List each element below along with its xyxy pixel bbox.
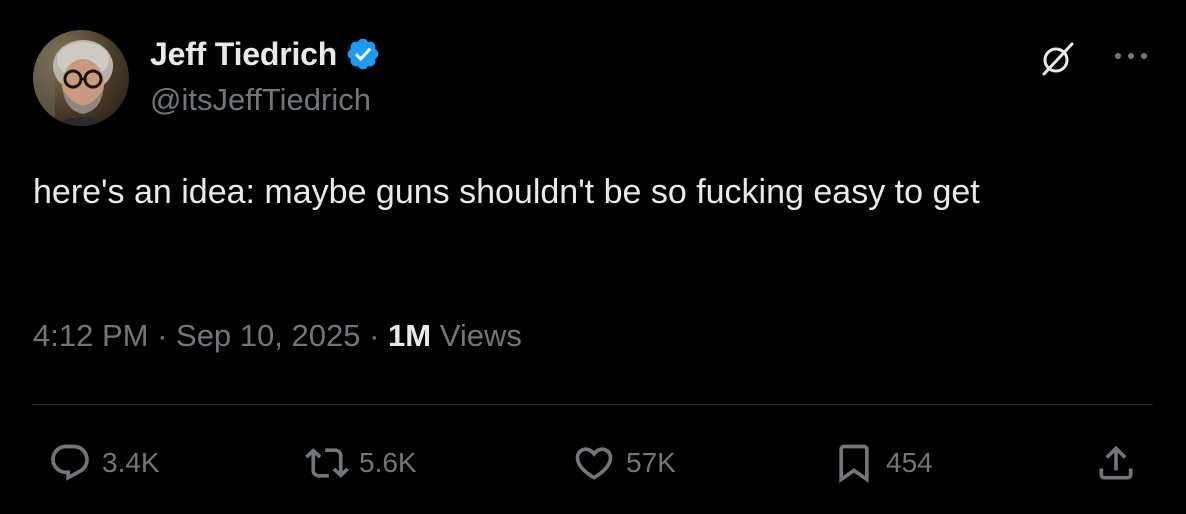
bookmark-icon <box>839 444 869 484</box>
share-icon <box>1099 445 1133 480</box>
views-label: Views <box>439 318 522 353</box>
heart-icon <box>575 447 613 480</box>
bookmark-count: 454 <box>886 447 933 478</box>
like-button[interactable]: 57K <box>572 440 676 486</box>
avatar[interactable] <box>33 30 129 126</box>
display-name[interactable]: Jeff Tiedrich <box>150 36 337 73</box>
views-count: 1M <box>388 318 432 353</box>
tweet: Jeff Tiedrich @itsJeffTiedrich here's an… <box>0 0 1186 514</box>
verified-badge-icon <box>347 38 379 70</box>
avatar-image <box>33 30 129 126</box>
author-name-row: Jeff Tiedrich <box>150 34 381 74</box>
tweet-meta: 4:12 PM · Sep 10, 2025 · 1M Views <box>33 318 522 354</box>
like-count: 57K <box>626 447 676 478</box>
tweet-date[interactable]: Sep 10, 2025 <box>176 318 360 353</box>
bookmark-button[interactable]: 454 <box>832 440 933 486</box>
repost-count: 5.6K <box>359 447 417 478</box>
repost-icon <box>305 448 349 478</box>
grok-icon[interactable] <box>1040 40 1076 76</box>
repost-button[interactable]: 5.6K <box>305 440 417 486</box>
divider <box>33 404 1153 405</box>
meta-separator: · <box>369 318 389 353</box>
tweet-text: here's an idea: maybe guns shouldn't be … <box>33 173 980 211</box>
author-handle[interactable]: @itsJeffTiedrich <box>150 82 371 118</box>
reply-button[interactable]: 3.4K <box>48 440 160 486</box>
tweet-time[interactable]: 4:12 PM <box>33 318 148 353</box>
reply-count: 3.4K <box>102 447 160 478</box>
share-button[interactable] <box>1094 440 1138 486</box>
meta-separator: · <box>157 318 177 353</box>
reply-icon <box>51 444 89 481</box>
more-icon[interactable] <box>1110 44 1152 68</box>
